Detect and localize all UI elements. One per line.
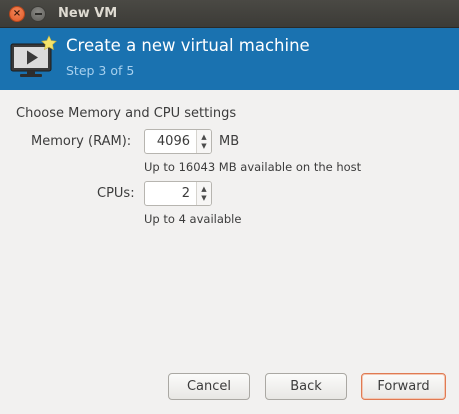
- spin-up-icon[interactable]: ▲: [201, 133, 206, 142]
- wizard-title: Create a new virtual machine: [66, 36, 310, 55]
- minimize-icon[interactable]: [30, 6, 46, 22]
- cpus-spinbutton[interactable]: 2 ▲ ▼: [144, 181, 212, 206]
- new-vm-window: × New VM Create a new virtual machine St…: [0, 0, 459, 414]
- virtual-machine-icon: [10, 35, 57, 77]
- close-icon[interactable]: ×: [9, 6, 25, 22]
- cpus-hint: Up to 4 available: [144, 212, 242, 226]
- spin-down-icon[interactable]: ▼: [201, 194, 206, 203]
- cpus-input[interactable]: 2: [145, 182, 196, 205]
- forward-button[interactable]: Forward: [361, 373, 446, 400]
- memory-spinbutton[interactable]: 4096 ▲ ▼: [144, 129, 212, 154]
- memory-input[interactable]: 4096: [145, 130, 196, 153]
- spin-down-icon[interactable]: ▼: [201, 142, 206, 151]
- memory-label: Memory (RAM):: [31, 134, 132, 149]
- memory-stepper[interactable]: ▲ ▼: [196, 130, 211, 153]
- cpus-stepper[interactable]: ▲ ▼: [196, 182, 211, 205]
- section-title: Choose Memory and CPU settings: [16, 106, 237, 121]
- title-bar: × New VM: [0, 0, 459, 28]
- memory-unit: MB: [219, 134, 240, 149]
- close-glyph: ×: [12, 8, 22, 19]
- memory-hint: Up to 16043 MB available on the host: [144, 160, 362, 174]
- wizard-header: Create a new virtual machine Step 3 of 5: [0, 28, 459, 90]
- minimize-dash: [34, 13, 42, 15]
- spin-up-icon[interactable]: ▲: [201, 185, 206, 194]
- cpus-label: CPUs:: [97, 186, 135, 201]
- window-title: New VM: [58, 6, 118, 21]
- back-button[interactable]: Back: [265, 373, 347, 400]
- wizard-step-indicator: Step 3 of 5: [66, 63, 135, 78]
- cancel-button[interactable]: Cancel: [168, 373, 250, 400]
